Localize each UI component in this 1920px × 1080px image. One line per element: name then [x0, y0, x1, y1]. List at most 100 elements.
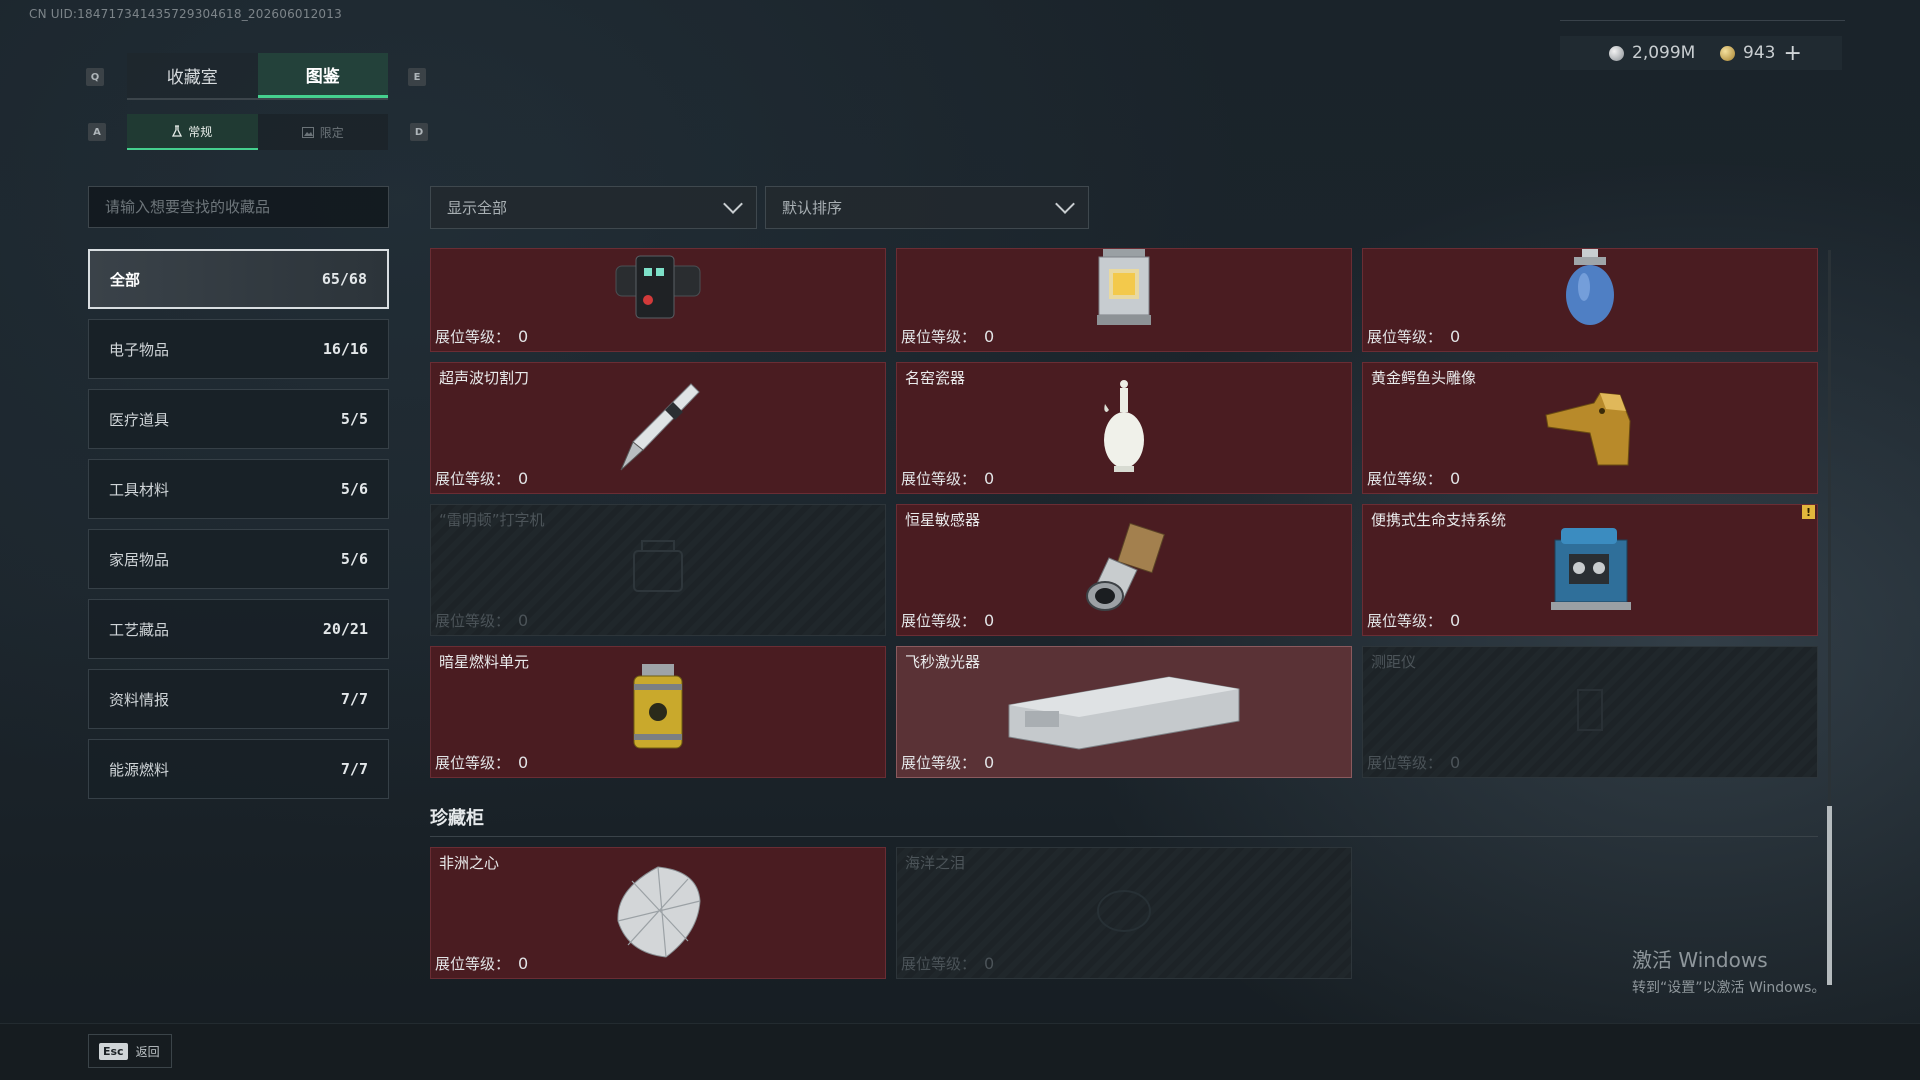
- header-divider: [1560, 20, 1845, 21]
- item-card[interactable]: 名窑瓷器 展位等级： 0: [896, 362, 1352, 494]
- item-card-locked[interactable]: 测距仪 展位等级： 0: [1362, 646, 1818, 778]
- ocean-tear-icon: [1089, 881, 1159, 945]
- item-card[interactable]: 展位等级： 0: [896, 248, 1352, 352]
- item-card[interactable]: 展位等级： 0: [1362, 248, 1818, 352]
- back-label: 返回: [135, 1044, 160, 1059]
- item-level: 展位等级： 0: [435, 953, 528, 974]
- back-button[interactable]: Esc 返回: [88, 1034, 172, 1068]
- image-icon: [301, 126, 314, 138]
- level-value: 0: [1450, 327, 1461, 346]
- category-count: 5/6: [340, 480, 368, 498]
- subtab-limited[interactable]: 限定: [257, 114, 388, 150]
- level-label: 展位等级：: [435, 612, 511, 630]
- item-level: 展位等级： 0: [435, 752, 528, 773]
- section-title-treasure: 珍藏柜: [430, 808, 484, 829]
- gold-currency: 943 +: [1720, 38, 1802, 68]
- subtab-regular[interactable]: 常规: [127, 114, 258, 150]
- warning-badge-icon: !: [1802, 505, 1815, 519]
- level-label: 展位等级：: [435, 754, 511, 772]
- scrollbar-thumb[interactable]: [1827, 806, 1832, 985]
- gold-coin-icon: [1720, 45, 1735, 61]
- sort-dropdown[interactable]: 默认排序: [765, 186, 1089, 229]
- silver-amount: 2,099M: [1632, 43, 1696, 63]
- level-label: 展位等级：: [901, 328, 977, 346]
- category-label: 医疗道具: [109, 410, 170, 429]
- filter-dropdown[interactable]: 显示全部: [430, 186, 757, 229]
- footer-bar: [0, 1023, 1920, 1080]
- category-label: 家居物品: [109, 550, 170, 569]
- category-count: 7/7: [340, 690, 368, 708]
- category-count: 5/6: [340, 550, 368, 568]
- tab-collection-room[interactable]: 收藏室: [127, 53, 258, 98]
- sub-tabbar: 常规 限定: [127, 114, 388, 150]
- item-level: 展位等级： 0: [435, 610, 528, 631]
- category-all[interactable]: 全部 65/68: [88, 249, 389, 309]
- item-card-locked[interactable]: “雷明顿”打字机 展位等级： 0: [430, 504, 886, 636]
- level-value: 0: [1450, 753, 1461, 772]
- item-card-locked[interactable]: 海洋之泪 展位等级： 0: [896, 847, 1352, 979]
- level-label: 展位等级：: [435, 470, 511, 488]
- category-energy[interactable]: 能源燃料 7/7: [88, 739, 389, 799]
- watermark-line1: 激活 Windows: [1632, 948, 1768, 972]
- item-level: 展位等级： 0: [901, 953, 994, 974]
- key-hint-a: A: [88, 123, 106, 141]
- level-label: 展位等级：: [901, 612, 977, 630]
- category-label: 电子物品: [109, 340, 170, 359]
- lantern-icon: [1089, 249, 1159, 337]
- level-label: 展位等级：: [901, 754, 977, 772]
- category-tools[interactable]: 工具材料 5/6: [88, 459, 389, 519]
- item-card[interactable]: 展位等级： 0: [430, 248, 886, 352]
- subtab-regular-label: 常规: [188, 124, 213, 139]
- item-name: 暗星燃料单元: [439, 653, 530, 671]
- key-hint-d: D: [410, 123, 428, 141]
- item-name: 非洲之心: [439, 854, 500, 872]
- key-hint-q: Q: [86, 68, 104, 86]
- level-label: 展位等级：: [1367, 470, 1443, 488]
- life-support-icon: [1545, 518, 1635, 622]
- item-level: 展位等级： 0: [1367, 610, 1460, 631]
- category-intel[interactable]: 资料情报 7/7: [88, 669, 389, 729]
- chevron-down-icon: [723, 193, 743, 214]
- item-name: 飞秒激光器: [905, 653, 981, 671]
- item-level: 展位等级： 0: [435, 468, 528, 489]
- tab-catalog[interactable]: 图鉴: [257, 53, 388, 98]
- level-value: 0: [984, 469, 995, 488]
- item-name: 便携式生命支持系统: [1371, 511, 1507, 529]
- category-electronics[interactable]: 电子物品 16/16: [88, 319, 389, 379]
- level-label: 展位等级：: [435, 328, 511, 346]
- smartwatch-device-icon: [608, 249, 708, 332]
- star-sensor-icon: [1079, 518, 1169, 622]
- category-count: 65/68: [321, 270, 367, 288]
- porcelain-vase-icon: [1099, 376, 1149, 480]
- item-card[interactable]: 暗星燃料单元 展位等级： 0: [430, 646, 886, 778]
- category-household[interactable]: 家居物品 5/6: [88, 529, 389, 589]
- add-currency-button[interactable]: +: [1783, 41, 1801, 66]
- fuel-cell-icon: [628, 660, 688, 764]
- sort-dropdown-value: 默认排序: [782, 199, 843, 217]
- level-value: 0: [518, 469, 529, 488]
- level-label: 展位等级：: [1367, 612, 1443, 630]
- ultrasonic-knife-icon: [613, 376, 703, 480]
- category-count: 7/7: [340, 760, 368, 778]
- level-label: 展位等级：: [1367, 754, 1443, 772]
- item-level: 展位等级： 0: [1367, 468, 1460, 489]
- gold-amount: 943: [1743, 43, 1776, 63]
- category-crafts[interactable]: 工艺藏品 20/21: [88, 599, 389, 659]
- level-value: 0: [984, 327, 995, 346]
- item-name: 海洋之泪: [905, 854, 966, 872]
- level-label: 展位等级：: [901, 955, 977, 973]
- item-card[interactable]: 黄金鳄鱼头雕像 展位等级： 0: [1362, 362, 1818, 494]
- silver-coin-icon: [1609, 45, 1624, 61]
- item-name: “雷明顿”打字机: [439, 511, 545, 529]
- item-card[interactable]: 恒星敏感器 展位等级： 0: [896, 504, 1352, 636]
- category-medical[interactable]: 医疗道具 5/5: [88, 389, 389, 449]
- item-card[interactable]: 超声波切割刀 展位等级： 0: [430, 362, 886, 494]
- silver-currency: 2,099M: [1609, 38, 1695, 68]
- player-uid: CN UID:184717341435729304618_20260601201…: [29, 7, 342, 21]
- item-card[interactable]: 飞秒激光器 展位等级： 0: [896, 646, 1352, 778]
- item-card[interactable]: 非洲之心 展位等级： 0: [430, 847, 886, 979]
- item-card[interactable]: 便携式生命支持系统 ! 展位等级： 0: [1362, 504, 1818, 636]
- level-label: 展位等级：: [1367, 328, 1443, 346]
- collection-search-input[interactable]: [88, 186, 389, 228]
- section-divider: [430, 836, 1818, 837]
